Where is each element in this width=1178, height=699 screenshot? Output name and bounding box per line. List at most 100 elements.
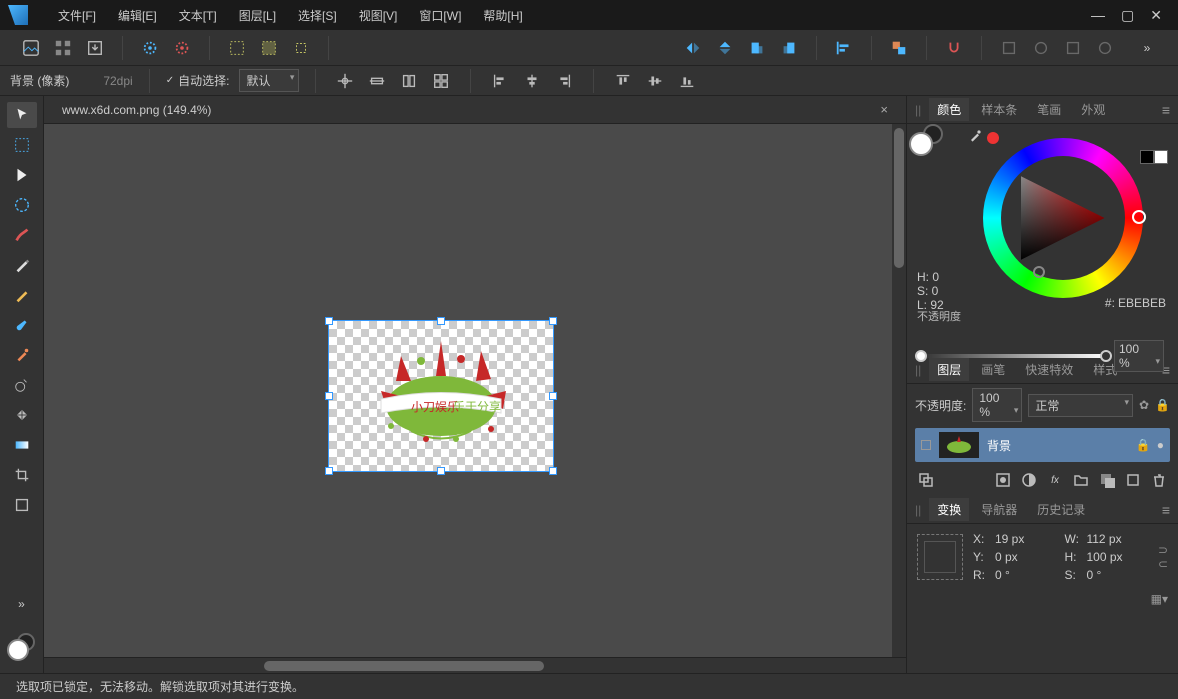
marquee1-icon[interactable] [224, 35, 250, 61]
menu-layer[interactable]: 图层[L] [229, 3, 286, 28]
align-left-icon[interactable] [831, 35, 857, 61]
transform-panel-menu-icon[interactable]: ≡ [1162, 502, 1170, 518]
layer-locked-icon[interactable]: 🔒 [1136, 438, 1151, 452]
tab-history[interactable]: 历史记录 [1029, 498, 1093, 521]
arrange-icon[interactable] [886, 35, 912, 61]
layer-visibility-checkbox[interactable] [921, 440, 931, 450]
minimize-button[interactable]: — [1091, 7, 1105, 24]
fg-bg-swatch[interactable] [7, 633, 37, 663]
marquee3-icon[interactable] [288, 35, 314, 61]
opacity-slider[interactable] [921, 354, 1106, 358]
shape-tool[interactable] [7, 492, 37, 518]
blend-mode-dropdown[interactable]: 正常 [1028, 394, 1133, 417]
gear-red-icon[interactable] [169, 35, 195, 61]
layer-lock-icon[interactable]: 🔒 [1155, 398, 1170, 412]
autoselect-dropdown[interactable]: 默认 [239, 69, 299, 92]
alignC-icon[interactable] [519, 68, 545, 94]
anchor-grid[interactable] [917, 534, 963, 580]
node-tool[interactable] [7, 162, 37, 188]
document-tab[interactable]: www.x6d.com.png (149.4%) × [56, 102, 894, 117]
marquee-tool[interactable] [7, 132, 37, 158]
menu-select[interactable]: 选择[S] [288, 3, 347, 28]
export-icon[interactable] [82, 35, 108, 61]
tab-appearance[interactable]: 外观 [1073, 98, 1113, 121]
align-grid-icon[interactable] [428, 68, 454, 94]
gradient-tool[interactable] [7, 432, 37, 458]
layer-group-icon[interactable] [1070, 470, 1092, 490]
menu-view[interactable]: 视图[V] [349, 3, 408, 28]
tab-navigator[interactable]: 导航器 [973, 498, 1025, 521]
marquee2-icon[interactable] [256, 35, 282, 61]
clone-tool[interactable] [7, 372, 37, 398]
menu-text[interactable]: 文本[T] [169, 3, 227, 28]
artboard[interactable]: 小刀娱乐 乐于分享 [329, 321, 553, 471]
horizontal-scrollbar[interactable] [44, 657, 906, 673]
snap-icon[interactable] [941, 35, 967, 61]
handle-bl[interactable] [325, 467, 333, 475]
r-input[interactable]: 0 ° [995, 568, 1056, 582]
vertical-scrollbar[interactable] [892, 124, 906, 657]
w-input[interactable]: 112 px [1086, 532, 1147, 546]
close-button[interactable]: ✕ [1150, 7, 1162, 24]
layer-options-gear-icon[interactable]: ✿ [1139, 398, 1149, 412]
alignL-icon[interactable] [487, 68, 513, 94]
menu-edit[interactable]: 编辑[E] [108, 3, 167, 28]
link-wh-icon[interactable]: ⊃⊂ [1158, 543, 1168, 571]
handle-ml[interactable] [325, 392, 333, 400]
tab-swatches[interactable]: 样本条 [973, 98, 1025, 121]
layer-delete-icon[interactable] [1148, 470, 1170, 490]
handle-br[interactable] [549, 467, 557, 475]
x-input[interactable]: 19 px [995, 532, 1056, 546]
layer-add-pixel-icon[interactable] [1096, 470, 1118, 490]
alignR-icon[interactable] [551, 68, 577, 94]
handle-mr[interactable] [549, 392, 557, 400]
flip-h-icon[interactable] [680, 35, 706, 61]
color-panel-menu-icon[interactable]: ≡ [1162, 102, 1170, 118]
alignT-icon[interactable] [610, 68, 636, 94]
autoselect-checkbox[interactable]: 自动选择: [166, 72, 230, 89]
layer-visible-icon[interactable]: ● [1157, 438, 1164, 452]
menu-window[interactable]: 窗口[W] [409, 3, 471, 28]
handle-bm[interactable] [437, 467, 445, 475]
develop-tool[interactable] [7, 192, 37, 218]
layer-mergedown-icon[interactable] [915, 470, 937, 490]
layer-adjust-icon[interactable] [1018, 470, 1040, 490]
align-h2-icon[interactable] [396, 68, 422, 94]
grid-toggle-icon[interactable] [50, 35, 76, 61]
layer-row[interactable]: 背景 🔒 ● [915, 428, 1170, 462]
pencil-tool[interactable] [7, 282, 37, 308]
layer-add-icon[interactable] [1122, 470, 1144, 490]
tab-transform[interactable]: 变换 [929, 498, 969, 521]
handle-tm[interactable] [437, 317, 445, 325]
selection-brush-tool[interactable] [7, 222, 37, 248]
hex-value[interactable]: EBEBEB [1118, 296, 1166, 310]
menu-file[interactable]: 文件[F] [48, 3, 106, 28]
align-h1-icon[interactable] [364, 68, 390, 94]
rotate-ccw-icon[interactable] [744, 35, 770, 61]
rotate-cw-icon[interactable] [776, 35, 802, 61]
handle-tr[interactable] [549, 317, 557, 325]
color-wheel[interactable] [983, 138, 1143, 298]
healing-tool[interactable] [7, 402, 37, 428]
transform-origin-icon[interactable] [332, 68, 358, 94]
mini-swatches[interactable] [1140, 150, 1168, 164]
h-input[interactable]: 100 px [1086, 550, 1147, 564]
s-input[interactable]: 0 ° [1086, 568, 1147, 582]
tab-stroke[interactable]: 笔画 [1029, 98, 1069, 121]
flip-v-icon[interactable] [712, 35, 738, 61]
handle-tl[interactable] [325, 317, 333, 325]
maximize-button[interactable]: ▢ [1121, 7, 1134, 24]
gear-blue-icon[interactable] [137, 35, 163, 61]
tool-overflow[interactable]: » [7, 591, 37, 617]
menu-help[interactable]: 帮助[H] [473, 3, 532, 28]
align-to-icon[interactable]: ▦▾ [1151, 592, 1168, 606]
y-input[interactable]: 0 px [995, 550, 1056, 564]
layer-fx-icon[interactable]: fx [1044, 470, 1066, 490]
color-fg-bg[interactable] [909, 124, 949, 156]
crop-tool[interactable] [7, 462, 37, 488]
pen-tool[interactable] [7, 252, 37, 278]
alignB-icon[interactable] [674, 68, 700, 94]
layer-mask-icon[interactable] [992, 470, 1014, 490]
close-tab-icon[interactable]: × [880, 102, 888, 117]
eyedropper-tool[interactable] [7, 342, 37, 368]
